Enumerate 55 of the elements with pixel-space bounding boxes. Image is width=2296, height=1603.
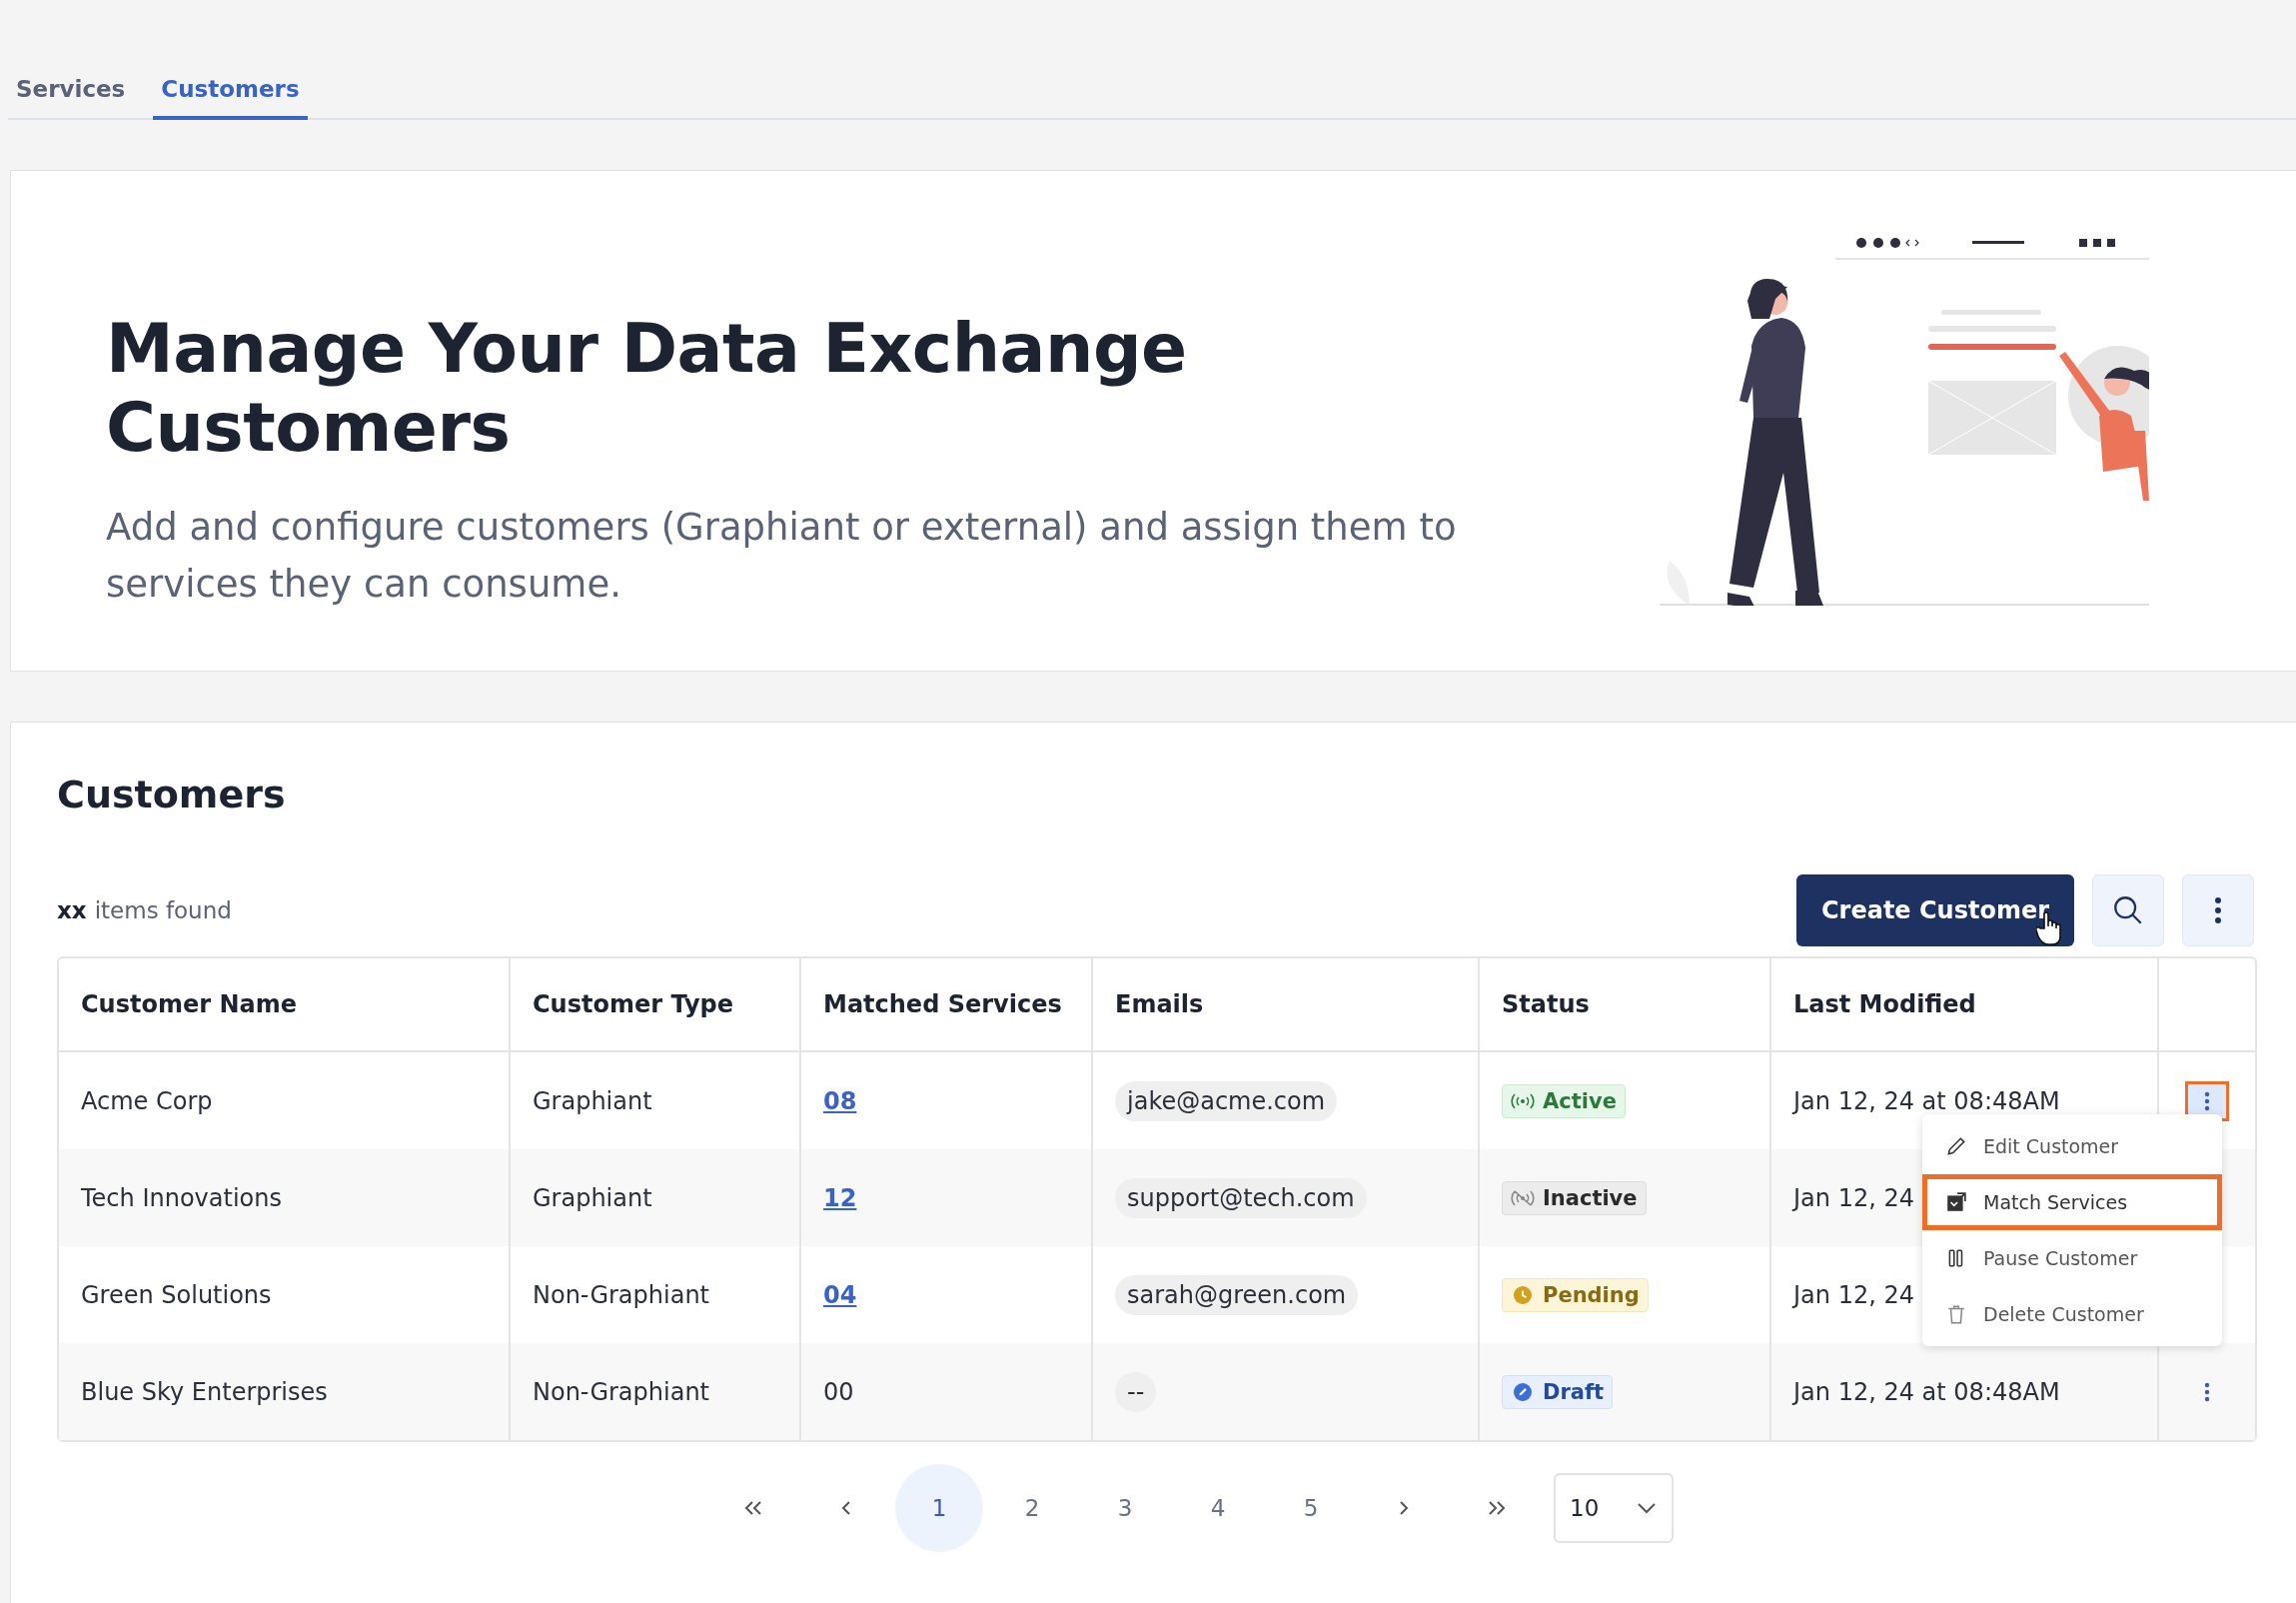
tab[interactable]: Services	[8, 68, 134, 120]
status-badge: Active	[1502, 1083, 1626, 1118]
more-options-button[interactable]	[2182, 874, 2254, 946]
status-badge: Inactive	[1502, 1180, 1647, 1215]
clock-icon	[1511, 1285, 1535, 1304]
column-header: Customer Type	[511, 958, 801, 1052]
status-badge: Pending	[1502, 1277, 1649, 1312]
column-header: Matched Services	[801, 958, 1093, 1052]
status-badge: Draft	[1502, 1374, 1614, 1409]
tab[interactable]: Customers	[153, 68, 308, 120]
table-cell: Blue Sky Enterprises	[59, 1343, 511, 1440]
items-found-label: items found	[94, 897, 232, 923]
email-chip: support@tech.com	[1115, 1177, 1367, 1218]
hero-title: Manage Your Data Exchange Customers	[106, 309, 1188, 467]
page-button[interactable]: 5	[1267, 1464, 1355, 1552]
matched-services-link[interactable]: 08	[823, 1086, 857, 1115]
search-button[interactable]	[2092, 874, 2164, 946]
table-cell: Non-Graphiant	[511, 1343, 801, 1440]
create-customer-button[interactable]: Create Customer	[1796, 874, 2074, 946]
email-chip: sarah@green.com	[1115, 1274, 1359, 1315]
pencil-icon	[1945, 1135, 1967, 1157]
chevron-right-icon	[1398, 1499, 1410, 1517]
hero-subtitle: Add and configure customers (Graphiant or external) and assign them to services they can consume.	[106, 505, 1458, 608]
kebab-icon	[2214, 896, 2222, 924]
column-header: Status	[1480, 958, 1771, 1052]
table-cell: Jan 12, 24 at 08:48AM	[1771, 1343, 2159, 1440]
email-chip: --	[1115, 1371, 1157, 1412]
page-button[interactable]: 2	[988, 1464, 1076, 1552]
matched-services-link[interactable]: 12	[823, 1183, 857, 1212]
swap-icon	[1945, 1191, 1967, 1213]
table-cell: Tech Innovations	[59, 1149, 511, 1246]
double-chevron-right-icon	[1486, 1499, 1508, 1517]
page-size-select[interactable]: 10	[1554, 1473, 1674, 1543]
signal-off-icon	[1511, 1188, 1535, 1207]
page-button[interactable]: 4	[1174, 1464, 1262, 1552]
page-button[interactable]: 3	[1081, 1464, 1169, 1552]
page-button[interactable]: 1	[895, 1464, 983, 1552]
table-cell: Graphiant	[511, 1149, 801, 1246]
trash-icon	[1945, 1303, 1967, 1325]
menu-item[interactable]: Match Services	[1922, 1174, 2222, 1230]
kebab-icon	[2204, 1090, 2210, 1111]
signal-icon	[1511, 1091, 1535, 1110]
item-count: xx	[57, 897, 87, 923]
section-title: Customers	[57, 773, 287, 816]
chevron-left-icon	[840, 1499, 852, 1517]
column-header: Last Modified	[1771, 958, 2159, 1052]
matched-services-link[interactable]: 04	[823, 1280, 857, 1309]
double-chevron-left-icon	[742, 1499, 764, 1517]
column-header: Customer Name	[59, 958, 511, 1052]
column-header: Emails	[1093, 958, 1480, 1052]
pencil-icon	[1511, 1382, 1535, 1401]
table-cell: 00	[823, 1377, 854, 1406]
email-chip: jake@acme.com	[1115, 1080, 1338, 1121]
kebab-icon	[2204, 1381, 2210, 1402]
chevron-down-icon	[1636, 1501, 1658, 1515]
